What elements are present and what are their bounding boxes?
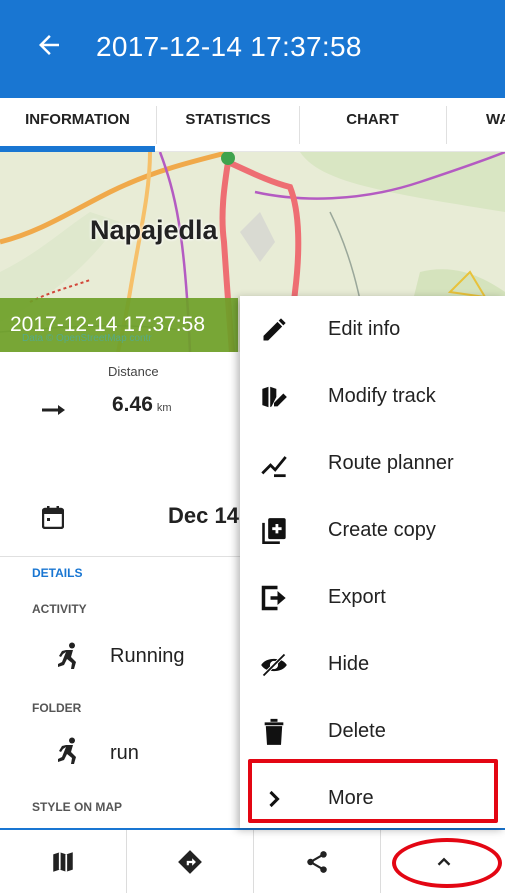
calendar-icon [42, 506, 64, 529]
menu-item-edit-info[interactable]: Edit info [240, 296, 505, 362]
menu-item-export[interactable]: Export [240, 564, 505, 630]
menu-item-delete[interactable]: Delete [240, 698, 505, 764]
overflow-menu: Edit info Modify track Route planner Cre… [240, 296, 505, 828]
copy-icon [262, 518, 286, 544]
menu-label: Delete [328, 720, 386, 742]
share-icon [307, 850, 327, 873]
tab-chart[interactable]: CHART [300, 98, 445, 152]
tab-information[interactable]: INFORMATION [0, 98, 155, 152]
running-icon [58, 737, 76, 764]
style-header: STYLE ON MAP [32, 800, 123, 814]
map-town-label: Napajedla [90, 215, 218, 245]
activity-value[interactable]: Running [110, 645, 185, 668]
menu-label: Hide [328, 653, 370, 675]
running-icon [58, 642, 76, 669]
highlight-expand-circle [392, 838, 502, 888]
modify-track-icon [262, 386, 287, 408]
menu-item-modify-track[interactable]: Modify track [240, 363, 505, 429]
menu-item-route-planner[interactable]: Route planner [240, 430, 505, 496]
activity-header: ACTIVITY [32, 602, 87, 616]
export-icon [261, 585, 286, 611]
hide-icon [261, 653, 287, 677]
folder-value[interactable]: run [110, 742, 139, 765]
tab-statistics[interactable]: STATISTICS [158, 98, 298, 152]
route-planner-icon [261, 456, 287, 478]
trash-icon [264, 718, 284, 745]
map-button[interactable] [0, 830, 126, 893]
menu-item-hide[interactable]: Hide [240, 631, 505, 697]
details-header: DETAILS [32, 566, 83, 580]
tab-bar: INFORMATION STATISTICS CHART WAY [0, 98, 505, 152]
arrow-back-icon[interactable] [34, 30, 64, 60]
app-bar: 2017-12-14 17:37:58 [0, 0, 505, 98]
highlight-more-box [248, 759, 498, 823]
menu-label: Edit info [328, 318, 401, 340]
track-date: Dec 14 [168, 503, 239, 528]
distance-label: Distance [108, 364, 159, 379]
map-attribution: Data © OpenStreetMap contr [22, 333, 152, 344]
divider [0, 556, 240, 557]
page-title: 2017-12-14 17:37:58 [96, 31, 362, 62]
navigate-button[interactable] [127, 830, 253, 893]
menu-label: Create copy [328, 519, 436, 541]
folder-header: FOLDER [32, 701, 82, 715]
menu-label: Export [328, 586, 386, 608]
distance-number: 6.46 [112, 393, 153, 416]
menu-label: Modify track [328, 385, 436, 407]
arrow-right-icon [42, 405, 65, 415]
share-button[interactable] [254, 830, 380, 893]
navigate-icon [178, 849, 202, 874]
menu-label: Route planner [328, 452, 454, 474]
tab-waypoints[interactable]: WAY [448, 98, 505, 152]
map-icon [53, 851, 73, 872]
menu-item-create-copy[interactable]: Create copy [240, 497, 505, 563]
tab-divider [156, 106, 157, 144]
distance-value: 6.46 km [112, 393, 172, 417]
distance-unit: km [156, 402, 172, 414]
pencil-icon [263, 318, 286, 341]
tab-divider [446, 106, 447, 144]
